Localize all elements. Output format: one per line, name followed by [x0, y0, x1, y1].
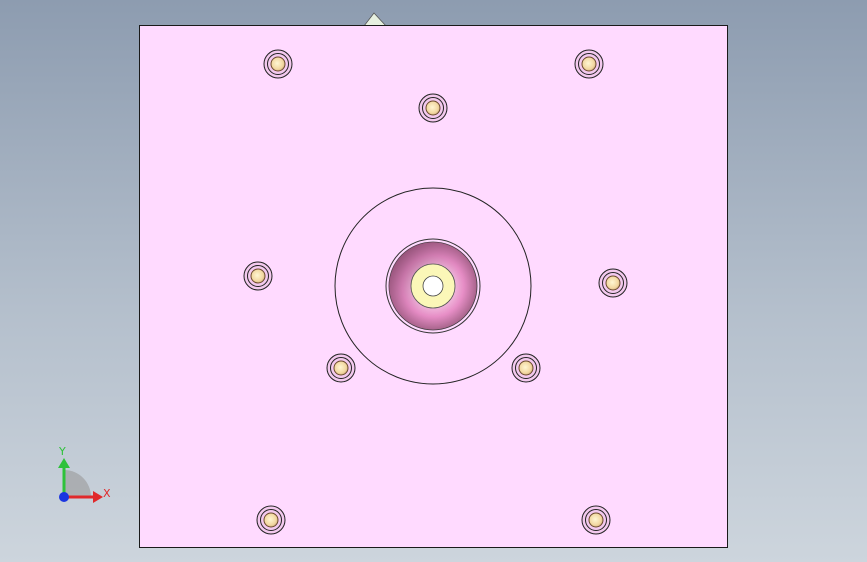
center-boss[interactable] [385, 238, 481, 334]
cad-scene[interactable]: Y X [0, 0, 867, 562]
bolt-hole[interactable] [511, 353, 541, 383]
bolt-hole[interactable] [581, 505, 611, 535]
bolt-hole[interactable] [574, 49, 604, 79]
bolt-hole[interactable] [326, 353, 356, 383]
triad-z-axis [59, 492, 69, 502]
triad-x-arrow [93, 491, 103, 503]
bolt-hole[interactable] [263, 49, 293, 79]
cad-graphics-viewport[interactable]: Y X [0, 0, 867, 562]
triad-x-label: X [103, 487, 111, 500]
coordinate-triad: Y X [58, 445, 111, 503]
triad-quadrant [64, 470, 91, 497]
bolt-hole[interactable] [243, 261, 273, 291]
bolt-hole[interactable] [256, 505, 286, 535]
triad-y-arrow [58, 458, 70, 468]
center-bore [422, 275, 444, 297]
bolt-hole[interactable] [418, 93, 448, 123]
triad-y-label: Y [58, 445, 66, 458]
part-top-nub [363, 12, 387, 27]
bolt-hole[interactable] [598, 268, 628, 298]
